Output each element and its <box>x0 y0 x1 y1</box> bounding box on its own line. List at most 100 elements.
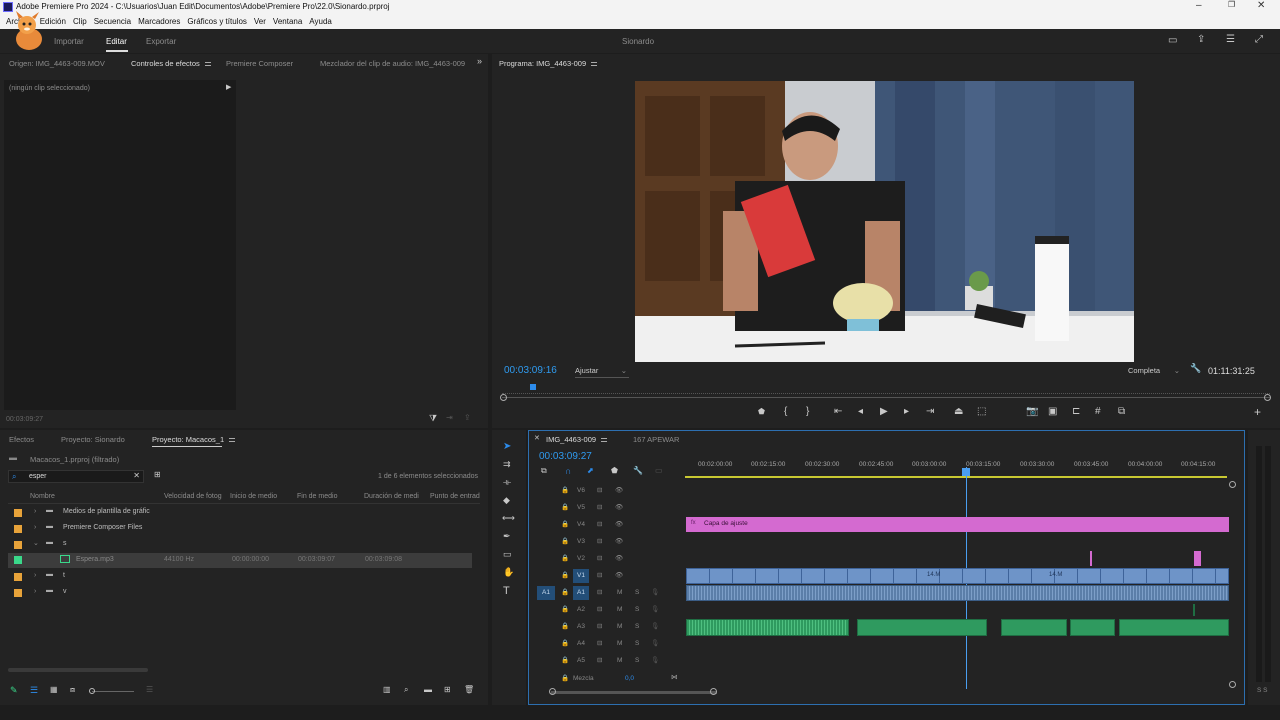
work-area-bar[interactable] <box>685 476 1227 478</box>
scroll-handle-left[interactable] <box>549 688 556 695</box>
list-item[interactable]: › ▬ Medios de plantilla de gráfic <box>8 506 480 521</box>
menu-ventana[interactable]: Ventana <box>273 17 302 26</box>
mark-out-icon[interactable]: } <box>806 407 809 417</box>
program-scrub-bar[interactable] <box>502 384 1270 394</box>
menu-ver[interactable]: Ver <box>254 17 266 26</box>
lock-icon[interactable]: 🔒 <box>561 588 569 596</box>
ws-tab-editar[interactable]: Editar <box>106 37 127 46</box>
horizontal-scrollbar[interactable] <box>8 668 148 672</box>
sync-lock-icon[interactable]: ⊟ <box>597 588 602 596</box>
playhead-handle[interactable] <box>962 468 970 476</box>
vertical-scroll-handle[interactable] <box>1229 681 1236 688</box>
zoom-bar[interactable] <box>502 397 1270 398</box>
go-to-in-icon[interactable]: ⇤ <box>834 407 842 417</box>
mute-button[interactable]: M <box>617 606 622 613</box>
captions-icon[interactable]: ▭ <box>655 467 663 475</box>
tab-source[interactable]: Origen: IMG_4463-009.MOV <box>9 59 105 68</box>
go-to-end-icon[interactable]: ⋈ <box>671 673 678 681</box>
col-punto[interactable]: Punto de entrad <box>430 493 480 500</box>
panel-menu-icon[interactable] <box>204 62 211 67</box>
trim-icon[interactable]: ⊏ <box>1072 407 1080 417</box>
label-swatch[interactable] <box>14 589 22 597</box>
col-nombre[interactable]: Nombre <box>30 493 55 500</box>
mark-in-icon[interactable]: { <box>784 407 787 417</box>
razor-tool-icon[interactable]: ◆ <box>503 496 510 505</box>
expand-chevron-icon[interactable]: › <box>34 508 36 515</box>
mic-icon[interactable]: 🎙 <box>651 605 659 613</box>
track-label[interactable]: A3 <box>577 623 585 630</box>
tab-program[interactable]: Programa: IMG_4463-009 <box>499 59 598 68</box>
step-back-icon[interactable]: ◂ <box>858 407 863 417</box>
snap-icon[interactable]: ∩ <box>565 467 571 476</box>
mute-button[interactable]: M <box>617 640 622 647</box>
eye-icon[interactable]: 👁 <box>615 486 623 494</box>
list-item[interactable]: ⌄ ▬ s <box>8 538 480 553</box>
list-item-selected[interactable]: Espera.mp3 44100 Hz 00:00:00:00 00:03:09… <box>8 553 472 568</box>
adjustment-layer-clip[interactable]: fx Capa de ajuste <box>686 517 1229 532</box>
camera-icon[interactable]: 📷 <box>1026 407 1038 417</box>
v2-clip-small[interactable] <box>1090 551 1092 566</box>
compare-icon[interactable]: ▣ <box>1048 407 1057 417</box>
timeline-settings-icon[interactable]: 🔧 <box>633 467 643 475</box>
col-inicio[interactable]: Inicio de medio <box>230 493 277 500</box>
step-forward-icon[interactable]: ▸ <box>904 407 909 417</box>
lock-icon[interactable]: 🔒 <box>561 520 569 528</box>
tab-audio-mixer[interactable]: Mezclador del clip de audio: IMG_4463-00… <box>320 59 465 68</box>
mix-value[interactable]: 0,0 <box>625 675 634 682</box>
label-swatch[interactable] <box>14 573 22 581</box>
sort-icon[interactable]: ☰ <box>146 686 153 694</box>
v1-video-clips[interactable]: 14.M 14.M <box>686 568 1229 584</box>
add-marker-icon[interactable]: ⬟ <box>758 408 765 416</box>
new-bin-icon[interactable]: ▬ <box>424 686 432 694</box>
timeline-timecode[interactable]: 00:03:09:27 <box>539 451 592 462</box>
solo-button[interactable]: S <box>635 623 639 630</box>
more-tabs-icon[interactable]: » <box>477 57 482 66</box>
tab-effect-controls[interactable]: Controles de efectos <box>131 59 211 68</box>
new-search-bin-icon[interactable]: ⊞ <box>154 471 161 479</box>
lock-icon[interactable]: 🔒 <box>561 571 569 579</box>
source-patch-a1[interactable]: A1 <box>537 586 555 600</box>
vertical-scroll-handle[interactable] <box>1229 481 1236 488</box>
track-label[interactable]: V4 <box>577 521 585 528</box>
track-label[interactable]: V3 <box>577 538 585 545</box>
lock-icon[interactable]: 🔒 <box>561 503 569 511</box>
lock-icon[interactable]: 🔒 <box>561 554 569 562</box>
pen-tool-icon[interactable]: ✒ <box>503 532 511 541</box>
track-label[interactable]: V5 <box>577 504 585 511</box>
expand-arrow-icon[interactable]: ▶ <box>226 84 231 91</box>
fullscreen-icon[interactable]: ⤢ <box>1255 35 1263 45</box>
close-icon[interactable]: ✕ <box>1257 1 1265 11</box>
mute-button[interactable]: M <box>617 623 622 630</box>
expand-chevron-icon[interactable]: › <box>34 572 36 579</box>
clear-search-icon[interactable]: ✕ <box>133 471 140 480</box>
zoom-handle-right[interactable] <box>1264 394 1271 401</box>
share-small-icon[interactable]: ⇪ <box>464 414 471 422</box>
track-label[interactable]: A5 <box>577 657 585 664</box>
label-swatch[interactable] <box>14 556 22 564</box>
type-tool-icon[interactable]: T <box>503 586 510 597</box>
solo-button[interactable]: S <box>635 640 639 647</box>
list-item[interactable]: › ▬ t <box>8 570 480 585</box>
expand-chevron-icon[interactable]: › <box>34 524 36 531</box>
music-clip[interactable] <box>1070 619 1115 636</box>
playhead-marker[interactable] <box>530 384 536 390</box>
eye-icon[interactable]: 👁 <box>615 503 623 511</box>
project-menu-icon[interactable] <box>229 438 236 443</box>
tab-premiere-composer[interactable]: Premiere Composer <box>226 59 293 68</box>
sequence-menu-icon[interactable] <box>601 438 608 443</box>
col-fin[interactable]: Fin de medio <box>297 493 337 500</box>
sync-lock-icon[interactable]: ⊟ <box>597 554 602 562</box>
go-to-out-icon[interactable]: ⇥ <box>926 407 934 417</box>
mic-icon[interactable]: 🎙 <box>651 588 659 596</box>
icon-view-icon[interactable]: ▦ <box>50 686 58 694</box>
tab-sequence-1[interactable]: IMG_4463-009 <box>546 435 608 444</box>
play-icon[interactable]: ▶ <box>880 407 888 417</box>
label-swatch[interactable] <box>14 541 22 549</box>
close-tab-icon[interactable]: ✕ <box>534 435 540 442</box>
lock-icon[interactable]: 🔒 <box>561 622 569 630</box>
list-view-icon[interactable]: ☰ <box>30 686 38 695</box>
tab-sequence-2[interactable]: 167 APEWAR <box>633 435 679 444</box>
export-frame-icon[interactable]: ⇥ <box>446 414 453 422</box>
tab-efectos[interactable]: Efectos <box>9 435 34 444</box>
music-clip[interactable] <box>1119 619 1229 636</box>
